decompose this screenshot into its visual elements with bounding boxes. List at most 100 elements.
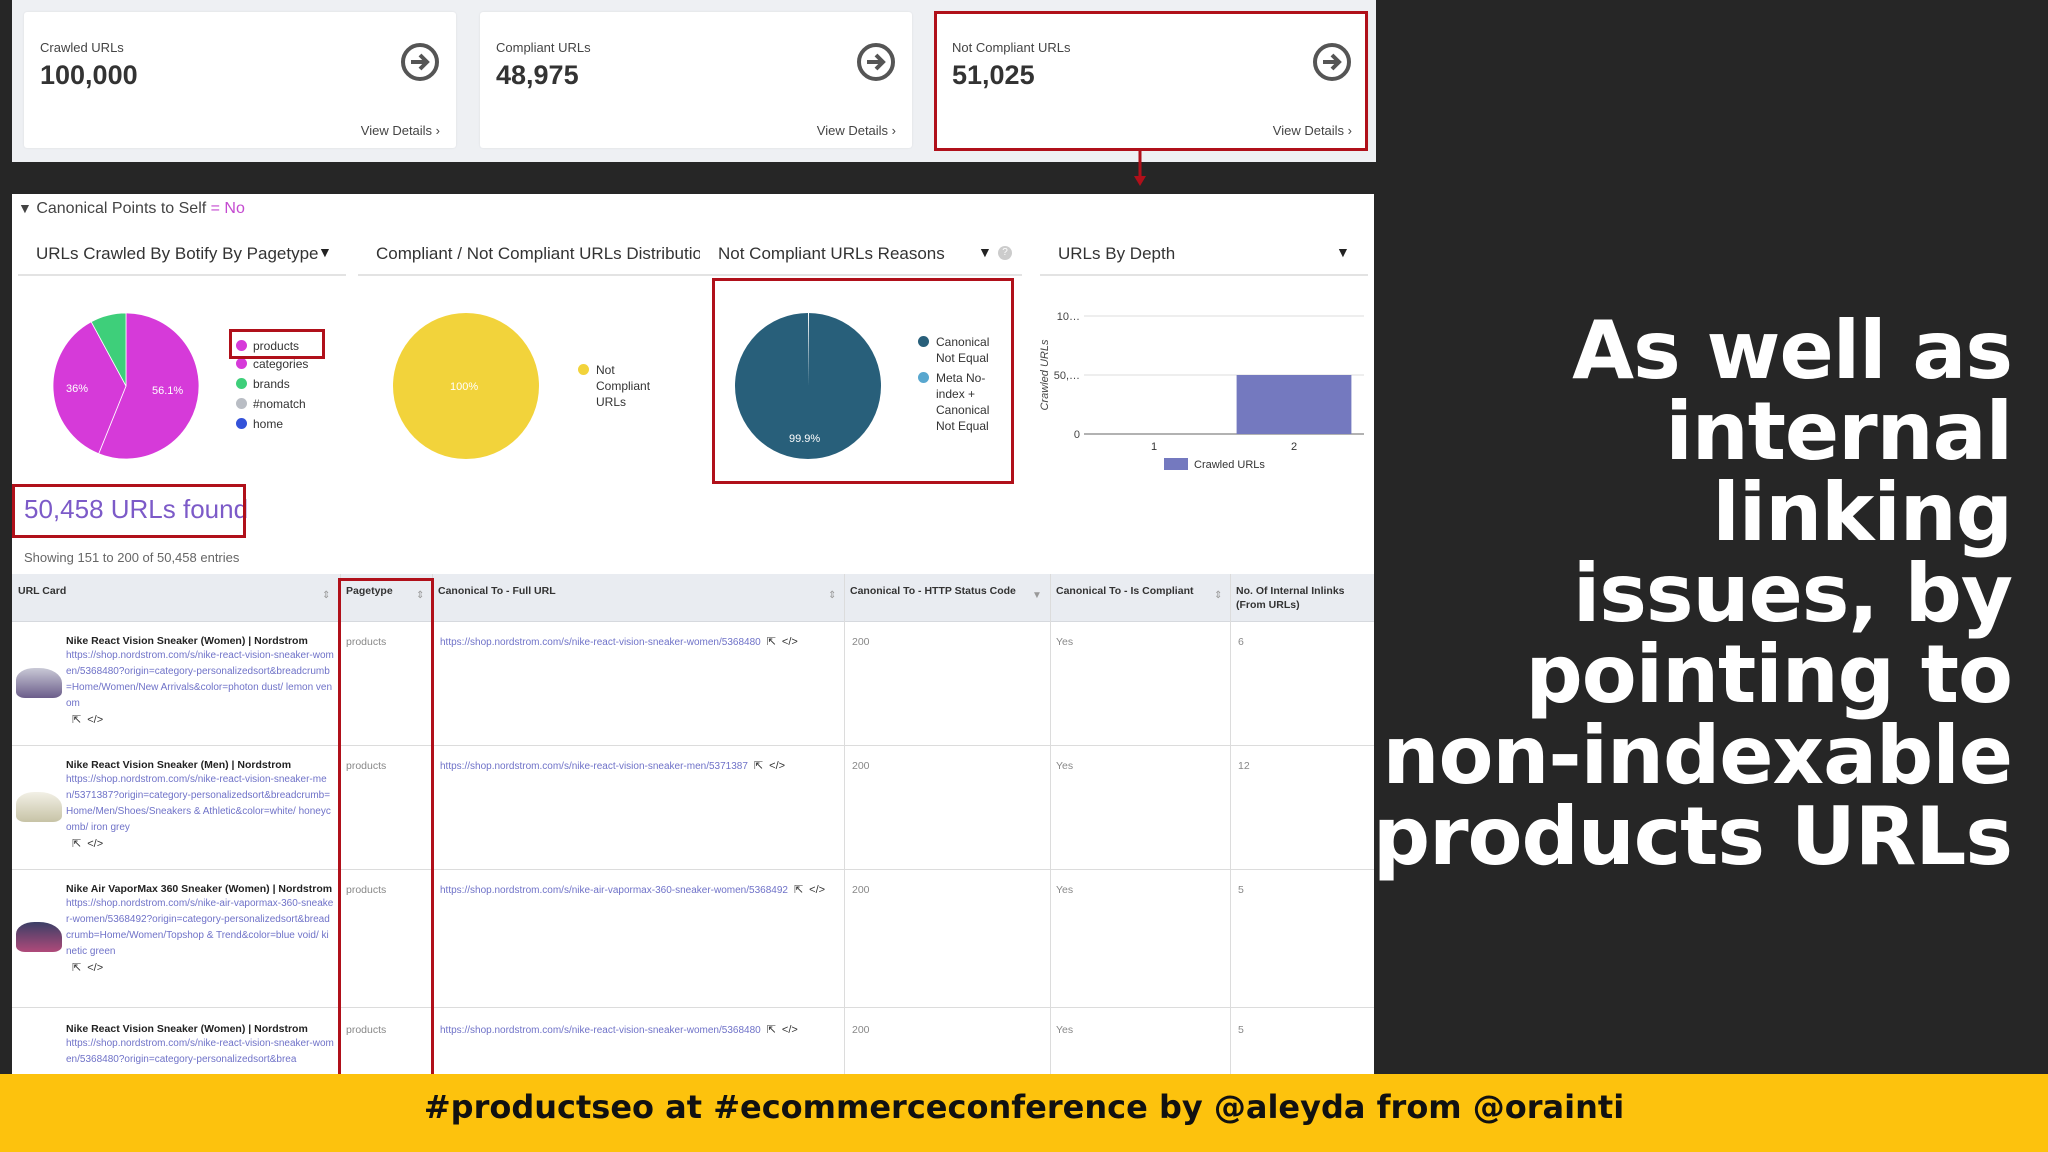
status-cell: 200 bbox=[852, 636, 870, 648]
slice-label: 36% bbox=[66, 383, 88, 395]
tab-label: Compliant / Not Compliant URLs Distribut… bbox=[376, 244, 700, 263]
x-tick-label: 1 bbox=[1151, 441, 1157, 453]
tab-depth[interactable]: URLs By Depth bbox=[1040, 236, 1368, 276]
external-link-icon[interactable]: ⇱ bbox=[794, 884, 803, 896]
code-icon[interactable]: </> bbox=[769, 760, 785, 772]
external-link-icon[interactable]: ⇱ bbox=[72, 962, 81, 974]
column-header[interactable]: Canonical To - HTTP Status Code bbox=[844, 574, 1040, 622]
external-link-icon[interactable]: ⇱ bbox=[754, 760, 763, 772]
kpi-card-crawled[interactable]: Crawled URLs 100,000 View Details › bbox=[24, 12, 456, 148]
sort-icon[interactable]: ▼ bbox=[1032, 590, 1042, 601]
legend-item[interactable]: home bbox=[236, 416, 308, 432]
headline-line: issues, by bbox=[1572, 547, 2013, 640]
compliant-cell: Yes bbox=[1056, 1024, 1074, 1036]
url-card[interactable]: Nike Air VaporMax 360 Sneaker (Women) | … bbox=[66, 882, 334, 976]
pagetype-pie-chart: 56.1% 36% bbox=[52, 312, 200, 460]
tab-reasons[interactable]: Not Compliant URLs Reasons bbox=[700, 236, 1022, 276]
tab-label: Not Compliant URLs Reasons bbox=[718, 244, 945, 263]
product-thumbnail bbox=[16, 922, 62, 952]
connector-arrow-icon bbox=[1134, 150, 1146, 186]
page-url[interactable]: https://shop.nordstrom.com/s/nike-react-… bbox=[66, 772, 334, 836]
status-cell: 200 bbox=[852, 1024, 870, 1036]
url-card[interactable]: Nike React Vision Sneaker (Women) | Nord… bbox=[66, 1022, 334, 1074]
depth-bar-chart: 0 50,… 10… Crawled URLs 1 2 Crawled URLs bbox=[1039, 311, 1364, 471]
active-filter[interactable]: ▼ Canonical Points to Self = No bbox=[18, 200, 245, 218]
legend-label: brands bbox=[253, 377, 290, 391]
code-icon[interactable]: </> bbox=[87, 838, 103, 850]
compliant-cell: Yes bbox=[1056, 884, 1074, 896]
external-link-icon[interactable]: ⇱ bbox=[72, 714, 81, 726]
code-icon[interactable]: </> bbox=[87, 962, 103, 974]
legend-dot bbox=[236, 358, 247, 369]
legend-swatch bbox=[1164, 458, 1188, 470]
canonical-cell[interactable]: https://shop.nordstrom.com/s/nike-air-va… bbox=[440, 882, 840, 899]
tab-compliance[interactable]: Compliant / Not Compliant URLs Distribut… bbox=[358, 236, 700, 276]
sort-icon[interactable]: ⇕ bbox=[828, 590, 836, 601]
column-header[interactable]: Canonical To - Full URL bbox=[432, 574, 842, 622]
canonical-cell[interactable]: https://shop.nordstrom.com/s/nike-react-… bbox=[440, 634, 840, 651]
legend-dot bbox=[236, 398, 247, 409]
page-url[interactable]: https://shop.nordstrom.com/s/nike-air-va… bbox=[66, 896, 334, 960]
slice-label: 100% bbox=[450, 381, 478, 393]
headline-line: As well as bbox=[1572, 304, 2013, 397]
arrow-right-icon[interactable] bbox=[856, 42, 896, 82]
view-details-link[interactable]: View Details › bbox=[817, 123, 896, 138]
page-url[interactable]: https://shop.nordstrom.com/s/nike-react-… bbox=[66, 648, 334, 712]
canonical-cell[interactable]: https://shop.nordstrom.com/s/nike-react-… bbox=[440, 1022, 840, 1039]
tab-label: URLs By Depth bbox=[1058, 244, 1176, 263]
canonical-url[interactable]: https://shop.nordstrom.com/s/nike-air-va… bbox=[440, 885, 788, 896]
page-title: Nike React Vision Sneaker (Men) | Nordst… bbox=[66, 759, 292, 771]
code-icon[interactable]: </> bbox=[87, 714, 103, 726]
canonical-url[interactable]: https://shop.nordstrom.com/s/nike-react-… bbox=[440, 637, 761, 648]
external-link-icon[interactable]: ⇱ bbox=[72, 838, 81, 850]
column-header[interactable]: URL Card bbox=[12, 574, 336, 622]
sort-icon[interactable]: ⇕ bbox=[322, 590, 330, 601]
external-link-icon[interactable]: ⇱ bbox=[767, 636, 776, 648]
inlinks-cell: 12 bbox=[1238, 760, 1250, 772]
page-url[interactable]: https://shop.nordstrom.com/s/nike-react-… bbox=[66, 1036, 334, 1068]
footer-banner: #productseo at #ecommerceconference by @… bbox=[0, 1074, 2048, 1152]
url-card[interactable]: Nike React Vision Sneaker (Men) | Nordst… bbox=[66, 758, 334, 852]
kpi-card-compliant[interactable]: Compliant URLs 48,975 View Details › bbox=[480, 12, 912, 148]
headline-line: products URLs bbox=[1372, 790, 2013, 883]
arrow-right-icon[interactable] bbox=[400, 42, 440, 82]
chevron-down-icon[interactable]: ▼ bbox=[1336, 244, 1350, 260]
code-icon[interactable]: </> bbox=[782, 636, 798, 648]
filter-label: Canonical Points to Self bbox=[36, 200, 207, 217]
tab-pagetype[interactable]: URLs Crawled By Botify By Pagetype bbox=[18, 236, 346, 276]
legend-item[interactable]: #nomatch bbox=[236, 396, 308, 412]
help-icon[interactable]: ? bbox=[998, 246, 1012, 260]
kpi-value: 48,975 bbox=[496, 60, 579, 90]
column-header[interactable]: Canonical To - Is Compliant bbox=[1050, 574, 1230, 622]
chevron-down-icon[interactable]: ▼ bbox=[318, 244, 332, 260]
code-icon[interactable]: </> bbox=[782, 1024, 798, 1036]
view-details-link[interactable]: View Details › bbox=[361, 123, 440, 138]
x-tick-label: 2 bbox=[1291, 441, 1297, 453]
footer-text: #productseo at #ecommerceconference by @… bbox=[423, 1088, 1625, 1126]
y-axis-label: Crawled URLs bbox=[1039, 339, 1051, 410]
code-icon[interactable]: </> bbox=[809, 884, 825, 896]
page-title: Nike React Vision Sneaker (Women) | Nord… bbox=[66, 635, 308, 647]
external-link-icon[interactable]: ⇱ bbox=[767, 1024, 776, 1036]
canonical-url[interactable]: https://shop.nordstrom.com/s/nike-react-… bbox=[440, 1025, 761, 1036]
compliance-legend[interactable]: Not Compliant URLs bbox=[578, 362, 658, 410]
status-cell: 200 bbox=[852, 760, 870, 772]
product-thumbnail bbox=[16, 792, 62, 822]
chevron-down-icon[interactable]: ▼ bbox=[978, 244, 992, 260]
legend-label: home bbox=[253, 417, 284, 431]
page-title: Nike React Vision Sneaker (Women) | Nord… bbox=[66, 1023, 308, 1035]
kpi-label: Crawled URLs bbox=[40, 40, 124, 55]
canonical-cell[interactable]: https://shop.nordstrom.com/s/nike-react-… bbox=[440, 758, 840, 775]
legend-label: #nomatch bbox=[253, 397, 306, 411]
legend-item[interactable]: brands bbox=[236, 376, 308, 392]
sort-icon[interactable]: ⇕ bbox=[1214, 590, 1222, 601]
tab-label: URLs Crawled By Botify By Pagetype bbox=[36, 244, 319, 263]
compliant-cell: Yes bbox=[1056, 636, 1074, 648]
url-card[interactable]: Nike React Vision Sneaker (Women) | Nord… bbox=[66, 634, 334, 728]
kpi-value: 100,000 bbox=[40, 60, 138, 90]
headline-line: non-indexable bbox=[1382, 709, 2014, 802]
canonical-url[interactable]: https://shop.nordstrom.com/s/nike-react-… bbox=[440, 761, 748, 772]
compliance-pie-chart: 100% bbox=[393, 313, 539, 459]
page-title: Nike Air VaporMax 360 Sneaker (Women) | … bbox=[66, 883, 333, 895]
legend-dot bbox=[236, 378, 247, 389]
